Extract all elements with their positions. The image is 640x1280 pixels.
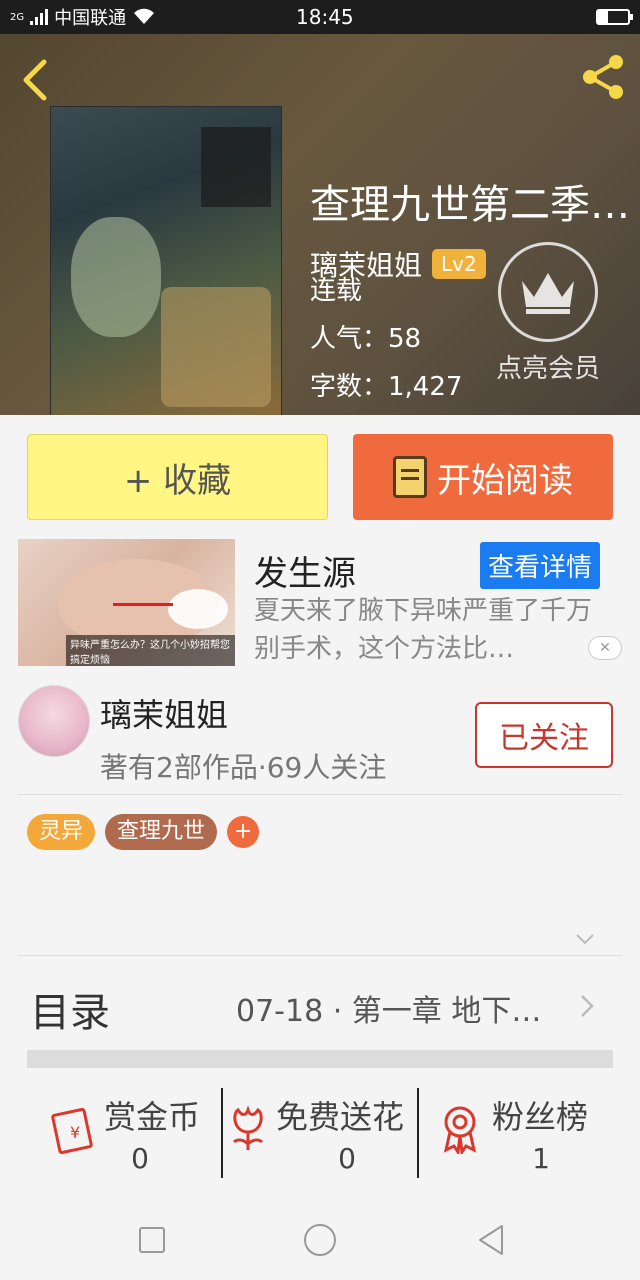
divider: [18, 955, 622, 956]
author-card-name[interactable]: 璃茉姐姐: [100, 690, 228, 736]
section-separator: [27, 1050, 613, 1068]
clock: 18:45: [296, 5, 354, 29]
ad-image-caption: 异味严重怎么办？这几个小妙招帮您搞定烦恼: [66, 635, 235, 666]
book-cover[interactable]: [50, 106, 282, 415]
book-icon: [393, 456, 427, 498]
send-flower-button[interactable]: 免费送花 0: [222, 1090, 418, 1180]
signal-icon: [30, 9, 49, 25]
ad-close-icon[interactable]: ✕: [588, 636, 622, 660]
reward-coins-label: 赏金币: [104, 1098, 201, 1136]
book-title: 查理九世第二季…: [310, 182, 630, 228]
latest-chapter[interactable]: 07-18 · 第一章 地下…: [236, 986, 541, 1030]
fan-ranking-button[interactable]: 粉丝榜 1: [418, 1090, 614, 1180]
ad-description[interactable]: 夏天来了腋下异味严重了千万别手术，这个方法比…: [254, 592, 614, 668]
reward-coins-button[interactable]: ¥ 赏金币 0: [30, 1090, 226, 1180]
back-nav-icon[interactable]: [472, 1220, 512, 1260]
toc-label[interactable]: 目录: [30, 980, 110, 1038]
chevron-right-icon[interactable]: [578, 992, 596, 1020]
carrier-name: 中国联通: [54, 8, 127, 29]
fan-ranking-label: 粉丝榜: [492, 1098, 589, 1136]
follow-button[interactable]: 已关注: [475, 702, 613, 768]
recent-apps-icon[interactable]: [132, 1220, 172, 1260]
chevron-down-icon[interactable]: [574, 928, 596, 950]
vip-button[interactable]: 点亮会员: [488, 242, 608, 385]
author-card-stats: 著有2部作品·69人关注: [100, 751, 387, 784]
avatar[interactable]: [18, 685, 90, 757]
share-icon[interactable]: [578, 52, 628, 102]
fan-ranking-value: 1: [532, 1142, 550, 1175]
divider: [18, 794, 622, 795]
system-nav-bar: [0, 1200, 640, 1280]
vip-label: 点亮会员: [495, 354, 600, 384]
home-icon[interactable]: [300, 1220, 340, 1260]
level-badge: Lv2: [432, 249, 486, 279]
tag-list: 灵异 查理九世 +: [27, 814, 260, 850]
ad-image[interactable]: 异味严重怎么办？这几个小妙招帮您搞定烦恼: [18, 539, 235, 666]
start-reading-button[interactable]: 开始阅读: [353, 434, 613, 520]
ad-title[interactable]: 发生源: [254, 546, 356, 595]
wifi-icon: [134, 8, 155, 24]
crown-icon: [498, 242, 598, 342]
ad-detail-button[interactable]: 查看详情: [480, 542, 601, 589]
collect-button[interactable]: + 收藏: [27, 434, 328, 520]
add-tag-button[interactable]: +: [227, 816, 260, 848]
book-header: 查理九世第二季… 璃茉姐姐 Lv2 连载 人气：58 字数：1,427 点亮会员: [0, 34, 640, 415]
tag-item[interactable]: 灵异: [27, 814, 96, 850]
network-type: 2G: [10, 11, 25, 23]
book-popularity: 人气：58: [310, 324, 422, 354]
tag-item[interactable]: 查理九世: [105, 814, 218, 850]
battery-icon: [596, 9, 633, 25]
start-reading-label: 开始阅读: [437, 460, 573, 501]
book-status: 连载: [310, 276, 363, 306]
status-bar: 2G 中国联通 18:45: [0, 0, 640, 34]
book-word-count: 字数：1,427: [310, 372, 463, 402]
back-icon[interactable]: [18, 58, 54, 102]
send-flower-label: 免费送花: [276, 1098, 405, 1136]
svg-text:¥: ¥: [70, 1123, 80, 1142]
